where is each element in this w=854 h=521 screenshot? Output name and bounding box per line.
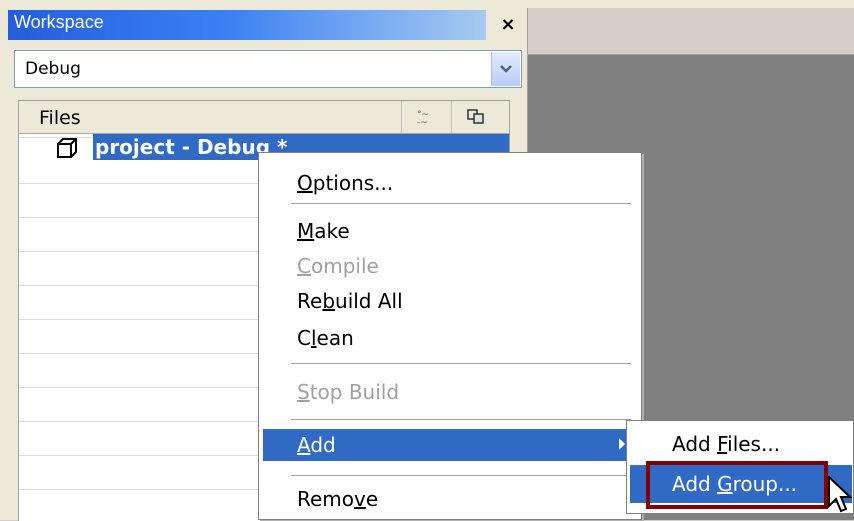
menu-item-compile: Compile xyxy=(297,254,379,278)
menu-separator xyxy=(291,203,631,204)
config-select[interactable]: Debug xyxy=(14,50,522,88)
workspace-title: Workspace xyxy=(14,12,104,32)
annotation-highlight-box xyxy=(646,461,828,509)
project-cube-icon xyxy=(55,136,79,164)
menu-item-clean[interactable]: Clean xyxy=(263,322,637,354)
column-icon[interactable]: °~ -~ xyxy=(401,101,450,133)
svg-text:-~: -~ xyxy=(417,118,428,126)
submenu-arrow-icon xyxy=(619,438,625,450)
editor-tabstrip xyxy=(528,8,854,55)
mouse-cursor-icon xyxy=(828,474,853,520)
workspace-titlebar: Workspace × xyxy=(8,10,528,40)
submenu-item-add-files[interactable]: Add Files... xyxy=(630,425,852,463)
menu-separator xyxy=(291,363,631,364)
context-menu: Options... Make Compile Rebuild All Clea… xyxy=(258,152,642,520)
menu-separator xyxy=(291,475,631,476)
column-settings-icon[interactable] xyxy=(451,101,500,133)
close-icon[interactable]: × xyxy=(496,14,520,36)
config-select-value: Debug xyxy=(25,59,81,79)
top-strip xyxy=(0,0,854,8)
menu-item-add[interactable]: Add xyxy=(263,429,637,461)
chevron-down-icon[interactable] xyxy=(491,52,520,86)
tree-header: Files °~ -~ xyxy=(19,101,509,134)
menu-item-make[interactable]: Make xyxy=(263,215,637,247)
menu-separator xyxy=(291,419,631,420)
files-header-label: Files xyxy=(39,107,81,129)
menu-item-options[interactable]: Options... xyxy=(263,167,637,199)
menu-item-remove[interactable]: Remove xyxy=(263,483,637,515)
menu-item-rebuild-all[interactable]: Rebuild All xyxy=(263,285,637,317)
menu-item-stop-build: Stop Build xyxy=(297,380,400,404)
